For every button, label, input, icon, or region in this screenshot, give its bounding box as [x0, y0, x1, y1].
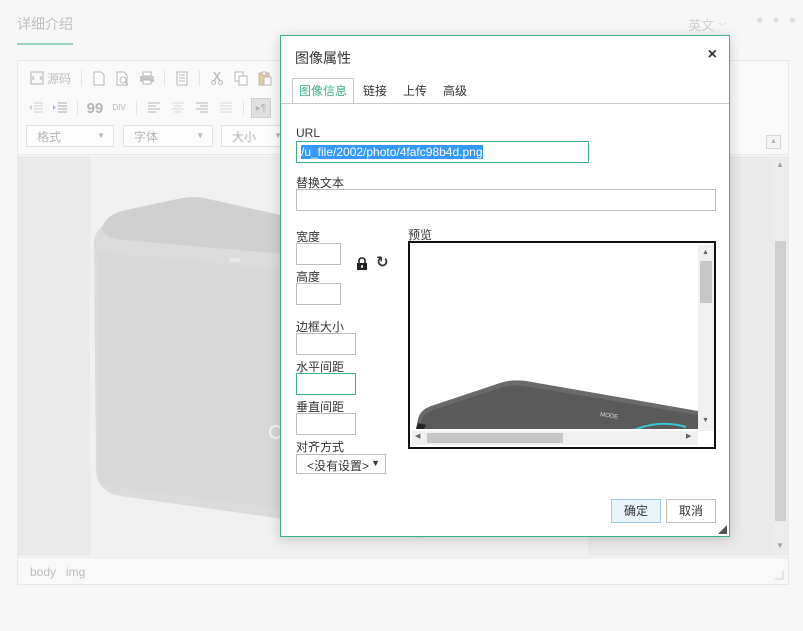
tab-upload[interactable]: 上传	[396, 78, 434, 104]
dialog-tabs: 图像信息 链接 上传 高级	[292, 78, 474, 104]
dialog-title: 图像属性	[295, 50, 351, 66]
scroll-up-icon[interactable]: ▲	[702, 249, 709, 256]
height-input[interactable]	[296, 283, 341, 305]
lock-ratio-icon[interactable]	[355, 257, 369, 271]
preview-speaker-image: MODE	[410, 243, 698, 429]
ok-button[interactable]: 确定	[611, 499, 661, 523]
cancel-button[interactable]: 取消	[666, 499, 716, 523]
url-value: /u_file/2002/photo/4fafc98b4d.png	[301, 145, 483, 159]
scroll-right-icon[interactable]: ▶	[686, 432, 691, 440]
tab-advanced[interactable]: 高级	[436, 78, 474, 104]
reset-size-icon[interactable]: ↻	[376, 255, 389, 270]
image-preview: MODE ▲ ▼ ◀ ▶	[408, 241, 716, 449]
tab-link[interactable]: 链接	[356, 78, 394, 104]
scroll-down-icon[interactable]: ▼	[702, 417, 709, 424]
scroll-left-icon[interactable]: ◀	[415, 432, 420, 440]
preview-vertical-scrollbar[interactable]: ▲ ▼	[698, 245, 714, 431]
width-input[interactable]	[296, 243, 341, 265]
tab-image-info[interactable]: 图像信息	[292, 78, 355, 104]
dialog-resize-grip-icon[interactable]	[718, 525, 727, 534]
hspace-input[interactable]	[296, 373, 356, 395]
align-label: 对齐方式	[296, 440, 345, 454]
image-properties-dialog: 图像属性 × 图像信息 链接 上传 高级 URL /u_file/2002/ph…	[280, 35, 730, 537]
close-icon[interactable]: ×	[708, 46, 717, 64]
border-input[interactable]	[296, 333, 356, 355]
preview-horizontal-scrollbar[interactable]: ◀ ▶	[412, 431, 698, 445]
caret-down-icon: ▼	[371, 458, 380, 468]
align-select[interactable]: <没有设置> ▼	[296, 454, 386, 474]
scrollbar-thumb[interactable]	[700, 261, 712, 303]
align-value: <没有设置>	[307, 459, 370, 473]
tabs-divider	[281, 103, 729, 104]
url-input[interactable]: /u_file/2002/photo/4fafc98b4d.png	[296, 141, 589, 163]
vspace-input[interactable]	[296, 413, 356, 435]
alt-text-input[interactable]	[296, 189, 716, 211]
url-label: URL	[296, 126, 321, 140]
scrollbar-thumb[interactable]	[427, 433, 563, 443]
